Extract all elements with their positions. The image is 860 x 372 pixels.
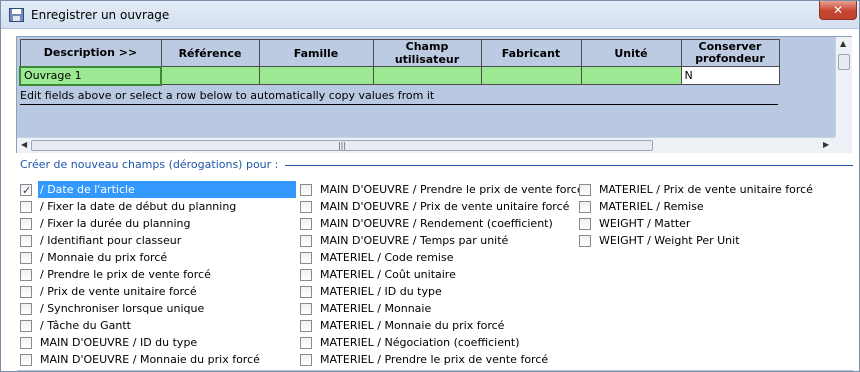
checkbox-label[interactable]: MAIN D'OEUVRE / Rendement (coefficient) bbox=[318, 215, 555, 232]
checkbox-label[interactable]: / Fixer la date de début du planning bbox=[38, 198, 238, 215]
column-header[interactable]: Fabricant bbox=[480, 39, 582, 67]
checkbox-icon[interactable] bbox=[20, 235, 32, 247]
grid-cell-manufacturer[interactable] bbox=[480, 66, 582, 85]
checkbox-label[interactable]: MATERIEL / Monnaie du prix forcé bbox=[318, 317, 506, 334]
grid-hint-text: Edit fields above or select a row below … bbox=[20, 89, 778, 105]
checkbox-label[interactable]: MATERIEL / Monnaie bbox=[318, 300, 433, 317]
scrollbar-corner bbox=[835, 137, 852, 153]
checkbox-label[interactable]: / Date de l'article bbox=[38, 181, 296, 198]
column-header[interactable]: Référence bbox=[160, 39, 260, 67]
save-assembly-dialog: Enregistrer un ouvrage ✕ Description >> … bbox=[0, 0, 860, 372]
checkbox-label[interactable]: / Prendre le prix de vente forcé bbox=[38, 266, 213, 283]
scroll-left-icon[interactable]: ◀ bbox=[21, 140, 27, 149]
grid-table: Description >> Référence Famille Champ u… bbox=[19, 39, 780, 86]
scroll-grip-icon: ||| bbox=[337, 141, 347, 150]
scroll-right-icon[interactable]: ▶ bbox=[823, 140, 829, 149]
checkbox-icon[interactable] bbox=[300, 201, 312, 213]
checkbox-icon[interactable] bbox=[300, 286, 312, 298]
checkbox-label[interactable]: / Tâche du Gantt bbox=[38, 317, 133, 334]
grid-cell-reference[interactable] bbox=[160, 66, 260, 85]
checkbox-icon[interactable] bbox=[300, 184, 312, 196]
checkbox-label[interactable]: MAIN D'OEUVRE / Monnaie du prix forcé bbox=[38, 351, 262, 368]
checkbox-icon[interactable] bbox=[20, 286, 32, 298]
checkbox-icon[interactable] bbox=[300, 252, 312, 264]
column-header[interactable]: Description >> bbox=[19, 39, 162, 67]
checkbox-label[interactable]: MAIN D'OEUVRE / Prix de vente unitaire f… bbox=[318, 198, 571, 215]
horizontal-scroll-thumb[interactable]: ||| bbox=[31, 140, 653, 151]
checkbox-icon[interactable] bbox=[300, 354, 312, 366]
checkbox-icon[interactable] bbox=[579, 218, 591, 230]
checkbox-label[interactable]: / Identifiant pour classeur bbox=[38, 232, 183, 249]
checkbox-label[interactable]: MAIN D'OEUVRE / Prendre le prix de vente… bbox=[318, 181, 586, 198]
section-divider bbox=[285, 165, 853, 166]
table-row[interactable]: Ouvrage 1 N bbox=[19, 65, 780, 86]
close-button[interactable]: ✕ bbox=[819, 1, 857, 20]
checkbox-icon[interactable] bbox=[20, 252, 32, 264]
checkbox-label[interactable]: MATERIEL / Prix de vente unitaire forcé bbox=[597, 181, 815, 198]
checkbox-icon[interactable] bbox=[20, 201, 32, 213]
checkbox-icon[interactable] bbox=[20, 354, 32, 366]
checkbox-label[interactable]: / Monnaie du prix forcé bbox=[38, 249, 169, 266]
vertical-scroll-thumb[interactable] bbox=[838, 54, 850, 70]
checkbox-label[interactable]: MATERIEL / Coût unitaire bbox=[318, 266, 458, 283]
checkbox-label[interactable]: MAIN D'OEUVRE / Temps par unité bbox=[318, 232, 510, 249]
checkbox-icon[interactable] bbox=[20, 218, 32, 230]
checkbox-icon[interactable] bbox=[579, 184, 591, 196]
checkbox-label[interactable]: MATERIEL / Code remise bbox=[318, 249, 455, 266]
grid-header-row: Description >> Référence Famille Champ u… bbox=[19, 39, 780, 67]
checkbox-label[interactable]: / Prix de vente unitaire forcé bbox=[38, 283, 199, 300]
column-header[interactable]: Conserver profondeur bbox=[680, 39, 780, 67]
checkbox-label[interactable]: / Fixer la durée du planning bbox=[38, 215, 193, 232]
checkbox-label[interactable]: MATERIEL / Prendre le prix de vente forc… bbox=[318, 351, 550, 368]
grid-cell-user-field[interactable] bbox=[372, 66, 482, 85]
checkbox-label[interactable]: MAIN D'OEUVRE / ID du type bbox=[38, 334, 199, 351]
checkbox-icon[interactable] bbox=[579, 201, 591, 213]
checkbox-label[interactable]: / Synchroniser lorsque unique bbox=[38, 300, 206, 317]
column-header[interactable]: Famille bbox=[258, 39, 374, 67]
horizontal-scrollbar[interactable]: ◀ ||| ▶ bbox=[17, 137, 835, 153]
checkbox-label[interactable]: MATERIEL / Négociation (coefficient) bbox=[318, 334, 522, 351]
checkbox-icon[interactable] bbox=[300, 320, 312, 332]
vertical-scrollbar[interactable]: ▲ bbox=[835, 37, 852, 137]
checkbox-icon[interactable] bbox=[300, 218, 312, 230]
checkbox-checked-icon[interactable] bbox=[20, 182, 32, 199]
grid-cell-unit[interactable] bbox=[580, 66, 682, 85]
checkbox-label[interactable]: MATERIEL / ID du type bbox=[318, 283, 444, 300]
checkbox-label[interactable]: MATERIEL / Remise bbox=[597, 198, 706, 215]
column-header[interactable]: Champ utilisateur bbox=[372, 39, 482, 67]
section-label: Créer de nouveau champs (dérogations) po… bbox=[20, 158, 279, 171]
grid-cell-family[interactable] bbox=[258, 66, 374, 85]
checkbox-label[interactable]: WEIGHT / Weight Per Unit bbox=[597, 232, 742, 249]
grid-cell-description[interactable]: Ouvrage 1 bbox=[19, 65, 162, 86]
save-icon bbox=[9, 8, 24, 22]
title-bar: Enregistrer un ouvrage ✕ bbox=[1, 1, 859, 29]
list-bottom-border bbox=[17, 370, 853, 371]
scroll-up-icon[interactable]: ▲ bbox=[840, 39, 846, 48]
checkbox-icon[interactable] bbox=[20, 303, 32, 315]
grid-cell-keep-depth[interactable]: N bbox=[680, 66, 780, 85]
checkbox-icon[interactable] bbox=[300, 235, 312, 247]
checkbox-icon[interactable] bbox=[300, 337, 312, 349]
checkbox-icon[interactable] bbox=[300, 303, 312, 315]
close-icon: ✕ bbox=[832, 3, 844, 17]
column-header[interactable]: Unité bbox=[580, 39, 682, 67]
checkbox-icon[interactable] bbox=[20, 337, 32, 349]
checkbox-label[interactable]: WEIGHT / Matter bbox=[597, 215, 692, 232]
checkbox-icon[interactable] bbox=[300, 269, 312, 281]
checkbox-icon[interactable] bbox=[579, 235, 591, 247]
checkbox-icon[interactable] bbox=[20, 269, 32, 281]
window-title: Enregistrer un ouvrage bbox=[31, 8, 170, 22]
checkbox-icon[interactable] bbox=[20, 320, 32, 332]
copy-values-grid: Description >> Référence Famille Champ u… bbox=[16, 36, 852, 153]
